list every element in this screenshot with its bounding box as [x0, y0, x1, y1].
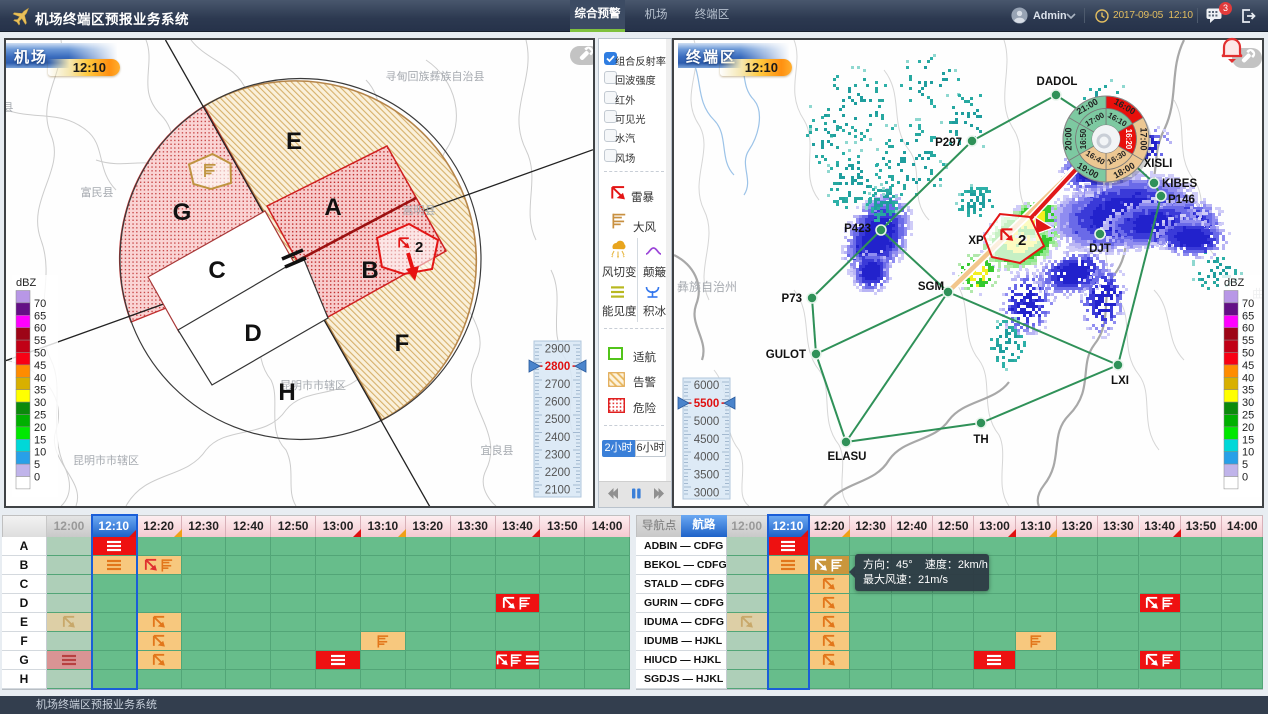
- svg-text:20:00: 20:00: [1064, 127, 1074, 150]
- svg-text:D: D: [244, 320, 261, 347]
- svg-text:富民县: 富民县: [81, 185, 114, 199]
- svg-text:40: 40: [1242, 372, 1254, 384]
- svg-text:F: F: [395, 330, 410, 357]
- svg-text:SGM: SGM: [918, 281, 944, 293]
- svg-text:XISLI: XISLI: [1144, 158, 1173, 170]
- svg-text:2300: 2300: [545, 449, 571, 461]
- svg-text:55: 55: [1242, 335, 1254, 347]
- svg-text:P73: P73: [782, 293, 802, 305]
- svg-text:彝族自治州: 彝族自治州: [677, 279, 737, 294]
- svg-text:55: 55: [34, 335, 46, 347]
- svg-text:65: 65: [1242, 310, 1254, 322]
- svg-text:2400: 2400: [545, 432, 571, 444]
- svg-text:ELASU: ELASU: [828, 451, 867, 463]
- svg-text:GULOT: GULOT: [766, 349, 806, 361]
- svg-text:P423: P423: [844, 223, 871, 235]
- svg-text:65: 65: [34, 310, 46, 322]
- svg-text:E: E: [286, 128, 302, 155]
- svg-text:寻甸回族彝族自治县: 寻甸回族彝族自治县: [386, 69, 485, 83]
- svg-text:4500: 4500: [694, 434, 720, 446]
- svg-text:嵩明县: 嵩明县: [403, 204, 436, 217]
- svg-text:30: 30: [1242, 397, 1254, 409]
- svg-text:70: 70: [34, 298, 46, 310]
- svg-text:60: 60: [34, 323, 46, 335]
- svg-text:5: 5: [1242, 459, 1248, 471]
- svg-text:15: 15: [1242, 434, 1254, 446]
- svg-text:50: 50: [34, 348, 46, 360]
- svg-text:DADOL: DADOL: [1037, 76, 1078, 88]
- svg-text:10: 10: [34, 447, 46, 459]
- svg-text:dBZ: dBZ: [1224, 277, 1244, 289]
- svg-text:20: 20: [34, 422, 46, 434]
- svg-text:县: 县: [6, 101, 14, 114]
- svg-text:50: 50: [1242, 348, 1254, 360]
- svg-text:KIBES: KIBES: [1162, 178, 1197, 190]
- svg-text:dBZ: dBZ: [16, 277, 36, 289]
- svg-text:P297: P297: [935, 137, 962, 149]
- svg-text:4000: 4000: [694, 452, 720, 464]
- svg-text:30: 30: [34, 397, 46, 409]
- svg-text:XP: XP: [968, 235, 984, 247]
- svg-text:2600: 2600: [545, 396, 571, 408]
- svg-text:40: 40: [34, 372, 46, 384]
- svg-text:P146: P146: [1168, 194, 1195, 206]
- svg-text:17:00: 17:00: [1138, 127, 1148, 150]
- svg-text:5500: 5500: [694, 398, 720, 410]
- svg-text:5000: 5000: [694, 416, 720, 428]
- svg-text:35: 35: [1242, 385, 1254, 397]
- svg-text:16:50: 16:50: [1079, 128, 1088, 149]
- svg-text:15: 15: [34, 434, 46, 446]
- svg-text:25: 25: [1242, 410, 1254, 422]
- svg-text:H: H: [278, 379, 295, 406]
- svg-text:25: 25: [34, 410, 46, 422]
- svg-text:10: 10: [1242, 447, 1254, 459]
- svg-text:5: 5: [34, 459, 40, 471]
- svg-text:2: 2: [415, 239, 423, 256]
- svg-text:DJT: DJT: [1089, 243, 1111, 255]
- svg-text:2: 2: [1018, 232, 1026, 249]
- svg-text:0: 0: [34, 472, 40, 484]
- svg-text:6000: 6000: [694, 380, 720, 392]
- svg-text:3500: 3500: [694, 470, 720, 482]
- svg-text:3000: 3000: [694, 487, 720, 499]
- svg-text:LXI: LXI: [1111, 375, 1129, 387]
- svg-text:2700: 2700: [545, 379, 571, 391]
- svg-text:B: B: [361, 257, 378, 284]
- svg-text:45: 45: [34, 360, 46, 372]
- svg-text:C: C: [208, 257, 225, 284]
- svg-text:TH: TH: [973, 434, 988, 446]
- svg-text:2900: 2900: [545, 344, 571, 356]
- svg-text:宜良县: 宜良县: [481, 443, 514, 457]
- svg-text:45: 45: [1242, 360, 1254, 372]
- svg-text:G: G: [173, 199, 192, 226]
- svg-text:昆明市市辖区: 昆明市市辖区: [73, 453, 139, 467]
- svg-text:70: 70: [1242, 298, 1254, 310]
- svg-text:35: 35: [34, 385, 46, 397]
- svg-text:A: A: [324, 194, 341, 221]
- svg-text:60: 60: [1242, 323, 1254, 335]
- svg-text:2100: 2100: [545, 485, 571, 497]
- svg-text:2500: 2500: [545, 414, 571, 426]
- svg-text:20: 20: [1242, 422, 1254, 434]
- svg-text:16:20: 16:20: [1124, 129, 1133, 150]
- svg-text:0: 0: [1242, 472, 1248, 484]
- svg-text:2200: 2200: [545, 467, 571, 479]
- svg-text:2800: 2800: [545, 361, 571, 373]
